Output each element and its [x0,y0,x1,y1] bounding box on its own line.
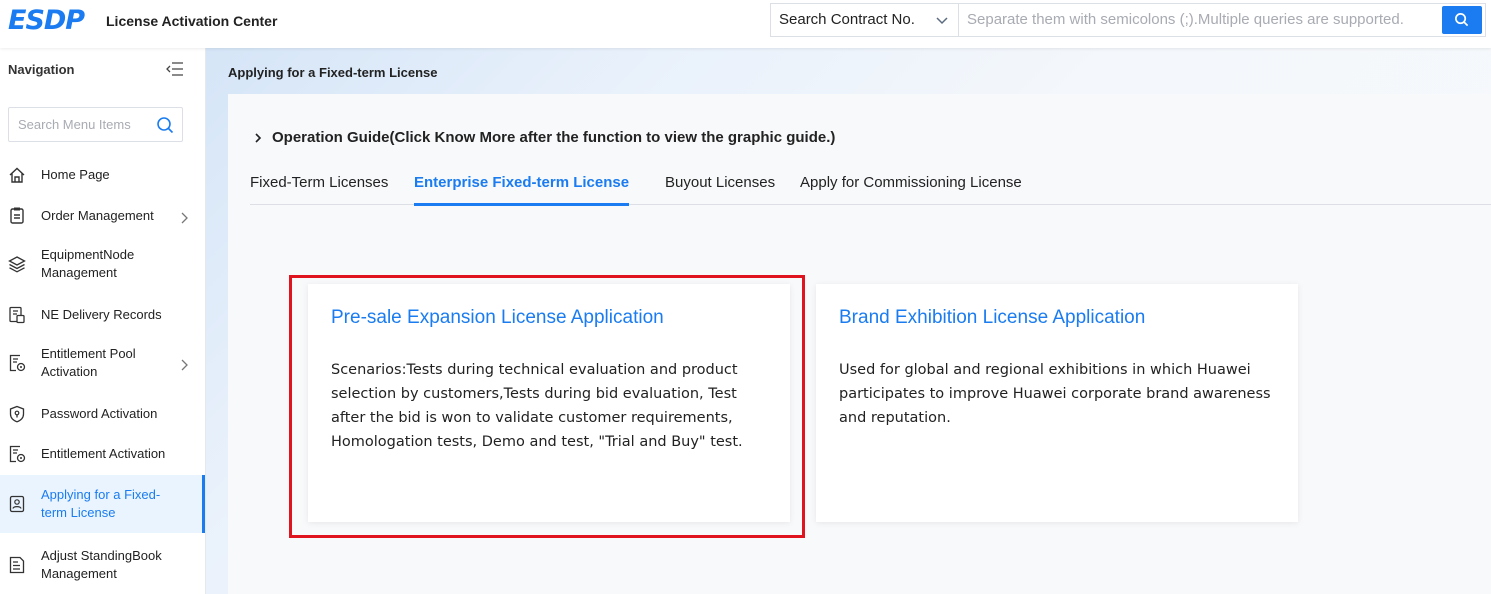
sidebar-item-label: EquipmentNode Management [41,247,135,280]
chevron-right-icon [181,212,188,224]
sidebar-item-label: NE Delivery Records [41,307,162,322]
tab-enterprise-fixed-term-license[interactable]: Enterprise Fixed-term License [414,174,630,206]
sidebar-item-label: Password Activation [41,406,158,421]
navigation-title: Navigation [8,62,75,77]
navigation-sidebar: Navigation Search Menu Items Home Page O… [0,48,206,594]
sidebar-item-entitlement-pool-activation[interactable]: Entitlement Pool Activation [0,341,205,385]
sidebar-item-ne-delivery-records[interactable]: NE Delivery Records [0,300,205,330]
app-title: License Activation Center [106,13,278,29]
brand-exhibition-license-card[interactable]: Brand Exhibition License Application Use… [816,284,1298,522]
contract-search-bar: Search Contract No. Separate them with s… [770,3,1486,37]
clipboard-icon [10,207,24,224]
sidebar-item-adjust-standingbook-management[interactable]: Adjust StandingBook Management [0,543,205,587]
sidebar-item-label: Entitlement Activation [41,446,166,461]
contract-search-input[interactable]: Separate them with semicolons (;).Multip… [967,11,1404,28]
search-icon [1455,13,1469,27]
sidebar-item-applying-for-fixed-term-license[interactable]: Applying for a Fixed-term License [0,475,205,533]
menu-search-placeholder: Search Menu Items [18,117,131,132]
sidebar-item-home-page[interactable]: Home Page [0,160,205,190]
search-type-dropdown[interactable]: Search Contract No. [771,4,959,36]
card-description: Used for global and regional exhibitions… [839,362,1271,426]
collapse-menu-icon[interactable] [166,61,184,77]
menu-search-input[interactable]: Search Menu Items [8,107,183,142]
search-icon [157,117,174,134]
card-title[interactable]: Brand Exhibition License Application [839,307,1145,329]
operation-guide-label: Operation Guide(Click Know More after th… [272,129,836,146]
sidebar-item-equipmentnode-management[interactable]: EquipmentNode Management [0,242,205,286]
chevron-right-icon [255,133,262,143]
tab-fixed-term-licenses[interactable]: Fixed-Term Licenses [250,174,388,203]
esdp-logo[interactable]: ESDP [8,5,85,36]
tab-buyout-licenses[interactable]: Buyout Licenses [665,174,775,203]
layers-icon [8,256,26,273]
search-button[interactable] [1442,6,1482,34]
list-document-icon [9,556,25,574]
document-copy-icon [9,306,25,324]
home-icon [9,167,25,183]
sidebar-item-label: Applying for a Fixed-term License [41,487,161,520]
sidebar-item-entitlement-activation[interactable]: Entitlement Activation [0,439,205,469]
id-card-icon [9,495,25,513]
chevron-down-icon [936,17,948,25]
chevron-right-icon [181,359,188,371]
top-header: ESDP License Activation Center Search Co… [0,0,1491,48]
page-title: Applying for a Fixed-term License [228,65,438,80]
highlight-box [289,275,805,538]
search-type-value: Search Contract No. [779,11,915,28]
sidebar-item-label: Order Management [41,208,154,223]
sidebar-item-label: Home Page [41,167,110,182]
shield-icon [9,405,25,423]
document-settings-icon [9,354,26,372]
sidebar-item-order-management[interactable]: Order Management [0,201,205,231]
sidebar-item-label: Adjust StandingBook Management [41,548,162,581]
document-settings-icon [9,445,26,463]
tab-apply-for-commissioning-license[interactable]: Apply for Commissioning License [800,174,1022,203]
sidebar-item-password-activation[interactable]: Password Activation [0,399,205,429]
sidebar-item-label: Entitlement Pool Activation [41,346,136,379]
license-tabs: Fixed-Term Licenses Enterprise Fixed-ter… [250,174,1491,206]
